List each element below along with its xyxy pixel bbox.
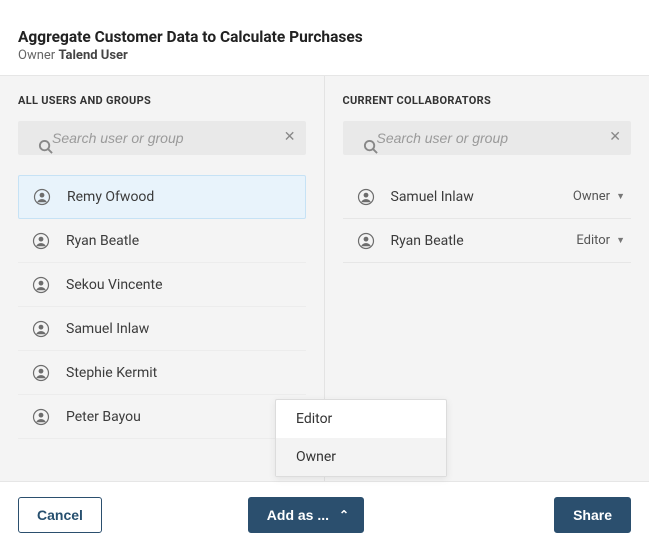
caret-down-icon: ▼ (616, 235, 625, 246)
user-row[interactable]: Ryan Beatle (18, 219, 306, 263)
collaborators-list-wrap: Samuel InlawOwner ▼ Ryan BeatleEditor ▼ (343, 175, 632, 263)
owner-name: Talend User (58, 48, 127, 63)
all-users-search-input[interactable] (52, 121, 276, 155)
add-as-label: Add as ... (267, 507, 329, 523)
person-icon (32, 408, 50, 426)
chevron-up-icon: ⌃ (339, 508, 349, 522)
person-icon (32, 320, 50, 338)
collaborator-name: Samuel Inlaw (391, 189, 573, 205)
person-icon (357, 232, 375, 250)
user-name: Peter Bayou (66, 409, 141, 425)
role-select[interactable]: Editor ▼ (576, 233, 625, 248)
collaborators-search-input[interactable] (377, 121, 602, 155)
clear-icon[interactable]: ✕ (609, 129, 621, 145)
collaborators-search[interactable]: ✕ (343, 121, 632, 155)
owner-label: Owner (18, 48, 55, 63)
add-as-button[interactable]: Add as ... ⌃ (248, 497, 364, 533)
user-row[interactable]: Peter Bayou (18, 395, 306, 439)
all-users-list: Remy Ofwood Ryan Beatle Sekou Vincente Samu… (18, 175, 306, 439)
user-row[interactable]: Remy Ofwood (18, 175, 306, 219)
user-name: Samuel Inlaw (66, 321, 149, 337)
role-menu-item[interactable]: Owner (276, 438, 446, 476)
all-users-label: ALL USERS AND GROUPS (18, 94, 306, 107)
role-value: Owner (573, 189, 610, 204)
clear-icon[interactable]: ✕ (284, 129, 296, 145)
caret-down-icon: ▼ (616, 191, 625, 202)
collaborator-row: Samuel InlawOwner ▼ (343, 175, 632, 219)
share-dialog: Aggregate Customer Data to Calculate Pur… (0, 0, 649, 548)
share-button[interactable]: Share (554, 497, 631, 533)
all-users-list-wrap: Remy Ofwood Ryan Beatle Sekou Vincente Samu… (18, 175, 306, 473)
collaborators-list: Samuel InlawOwner ▼ Ryan BeatleEditor ▼ (343, 175, 632, 263)
user-name: Remy Ofwood (67, 189, 154, 205)
collaborator-row: Ryan BeatleEditor ▼ (343, 219, 632, 263)
person-icon (32, 364, 50, 382)
role-menu-item[interactable]: Editor (276, 400, 446, 438)
person-icon (32, 276, 50, 294)
scrollbar[interactable] (18, 439, 306, 473)
collaborators-label: CURRENT COLLABORATORS (343, 94, 632, 107)
person-icon (357, 188, 375, 206)
user-row[interactable]: Sekou Vincente (18, 263, 306, 307)
role-menu: EditorOwner (275, 399, 447, 477)
cancel-button[interactable]: Cancel (18, 497, 102, 533)
user-name: Ryan Beatle (66, 233, 139, 249)
scrollbar-thumb[interactable] (18, 439, 306, 473)
user-name: Sekou Vincente (66, 277, 163, 293)
user-row[interactable]: Stephie Kermit (18, 351, 306, 395)
user-row[interactable]: Samuel Inlaw (18, 307, 306, 351)
role-select[interactable]: Owner ▼ (573, 189, 625, 204)
user-name: Stephie Kermit (66, 365, 157, 381)
dialog-footer: Cancel Add as ... ⌃ Share (0, 482, 649, 548)
role-value: Editor (576, 233, 610, 248)
person-icon (32, 232, 50, 250)
collaborator-name: Ryan Beatle (391, 233, 577, 249)
person-icon (33, 188, 51, 206)
dialog-header: Aggregate Customer Data to Calculate Pur… (0, 0, 649, 75)
page-title: Aggregate Customer Data to Calculate Pur… (18, 28, 649, 46)
owner-line: Owner Talend User (18, 48, 649, 63)
all-users-search[interactable]: ✕ (18, 121, 306, 155)
